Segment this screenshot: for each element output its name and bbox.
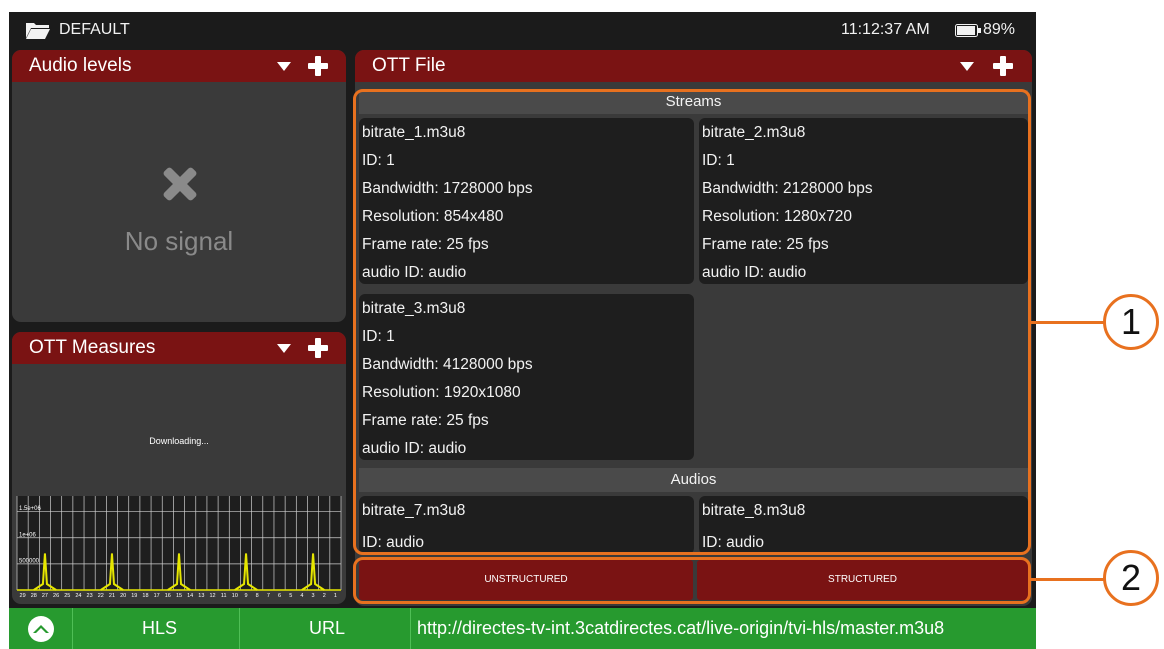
- x-tick-label: 1: [334, 593, 337, 599]
- callout-1-leader: [1031, 321, 1106, 324]
- x-tick-label: 21: [109, 593, 115, 599]
- protocol-button[interactable]: HLS: [142, 618, 177, 639]
- add-plus-icon[interactable]: [993, 56, 1013, 76]
- callout-1-highlight: [353, 89, 1031, 555]
- x-tick-label: 5: [289, 593, 292, 599]
- x-tick-label: 11: [221, 593, 227, 599]
- x-tick-label: 18: [142, 593, 148, 599]
- x-tick-label: 25: [64, 593, 70, 599]
- ott-measures-panel: OTT Measures Downloading... 1.5e+06 1e+06…: [12, 332, 346, 604]
- battery-icon: [955, 24, 981, 37]
- downloading-status: Downloading...: [149, 436, 209, 446]
- chart-plot-area: [17, 496, 341, 590]
- panel-title: OTT Measures: [29, 337, 156, 358]
- x-tick-label: 17: [154, 593, 160, 599]
- x-tick-label: 13: [198, 593, 204, 599]
- x-tick-label: 22: [98, 593, 104, 599]
- x-tick-label: 23: [87, 593, 93, 599]
- x-tick-label: 29: [20, 593, 26, 599]
- panel-title: OTT File: [372, 55, 446, 76]
- clock: 11:12:37 AM: [841, 21, 930, 38]
- profile-name[interactable]: DEFAULT: [59, 21, 130, 39]
- no-signal-x-icon: [162, 166, 198, 202]
- x-tick-label: 10: [232, 593, 238, 599]
- add-plus-icon[interactable]: [308, 338, 328, 358]
- home-logo-icon[interactable]: [28, 616, 54, 642]
- callout-1-marker: 1: [1103, 294, 1159, 350]
- callout-2-highlight: [353, 557, 1031, 604]
- x-tick-label: 26: [53, 593, 59, 599]
- panel-header: Audio levels: [12, 50, 346, 82]
- x-tick-label: 14: [187, 593, 193, 599]
- dropdown-caret-icon[interactable]: [277, 344, 291, 353]
- status-bar: DEFAULT 11:12:37 AM 89%: [9, 12, 1036, 48]
- x-tick-label: 3: [312, 593, 315, 599]
- x-tick-label: 19: [131, 593, 137, 599]
- no-signal-message: No signal: [124, 226, 234, 256]
- folder-open-icon[interactable]: [25, 21, 51, 40]
- add-plus-icon[interactable]: [308, 56, 328, 76]
- y-tick-label: 1e+06: [19, 532, 37, 538]
- x-tick-label: 28: [31, 593, 37, 599]
- source-button[interactable]: URL: [309, 618, 345, 639]
- dropdown-caret-icon[interactable]: [277, 62, 291, 71]
- x-tick-label: 4: [300, 593, 303, 599]
- divider: [410, 608, 411, 649]
- x-tick-label: 8: [256, 593, 259, 599]
- divider: [239, 608, 240, 649]
- x-tick-label: 12: [209, 593, 215, 599]
- callout-2-leader: [1031, 578, 1106, 581]
- divider: [72, 608, 73, 649]
- x-tick-label: 2: [323, 593, 326, 599]
- x-tick-label: 7: [267, 593, 270, 599]
- stream-url[interactable]: http://directes-tv-int.3catdirectes.cat/…: [417, 618, 944, 639]
- audio-levels-panel: Audio levels No signal: [12, 50, 346, 322]
- screenshot: DEFAULT 11:12:37 AM 89% Audio levels No …: [0, 0, 1164, 649]
- bitrate-chart: 1.5e+061e+0650000029 28 27 26 25 24 23 22 21 20 19…: [16, 496, 342, 599]
- panel-header: OTT Measures: [12, 332, 346, 364]
- x-tick-label: 27: [42, 593, 48, 599]
- bottom-bar: HLS URL http://directes-tv-int.3catdirec…: [9, 608, 1036, 649]
- panel-title: Audio levels: [29, 55, 132, 76]
- x-tick-label: 16: [165, 593, 171, 599]
- x-tick-label: 24: [75, 593, 81, 599]
- dropdown-caret-icon[interactable]: [960, 62, 974, 71]
- callout-2-marker: 2: [1103, 550, 1159, 606]
- x-tick-label: 15: [176, 593, 182, 599]
- y-tick-label: 1.5e+06: [19, 506, 42, 512]
- x-tick-label: 20: [120, 593, 126, 599]
- x-tick-label: 6: [278, 593, 281, 599]
- panel-header: OTT File: [355, 50, 1032, 82]
- battery-level: 89%: [983, 21, 1016, 38]
- x-tick-label: 9: [245, 593, 248, 599]
- y-tick-label: 500000: [19, 558, 40, 564]
